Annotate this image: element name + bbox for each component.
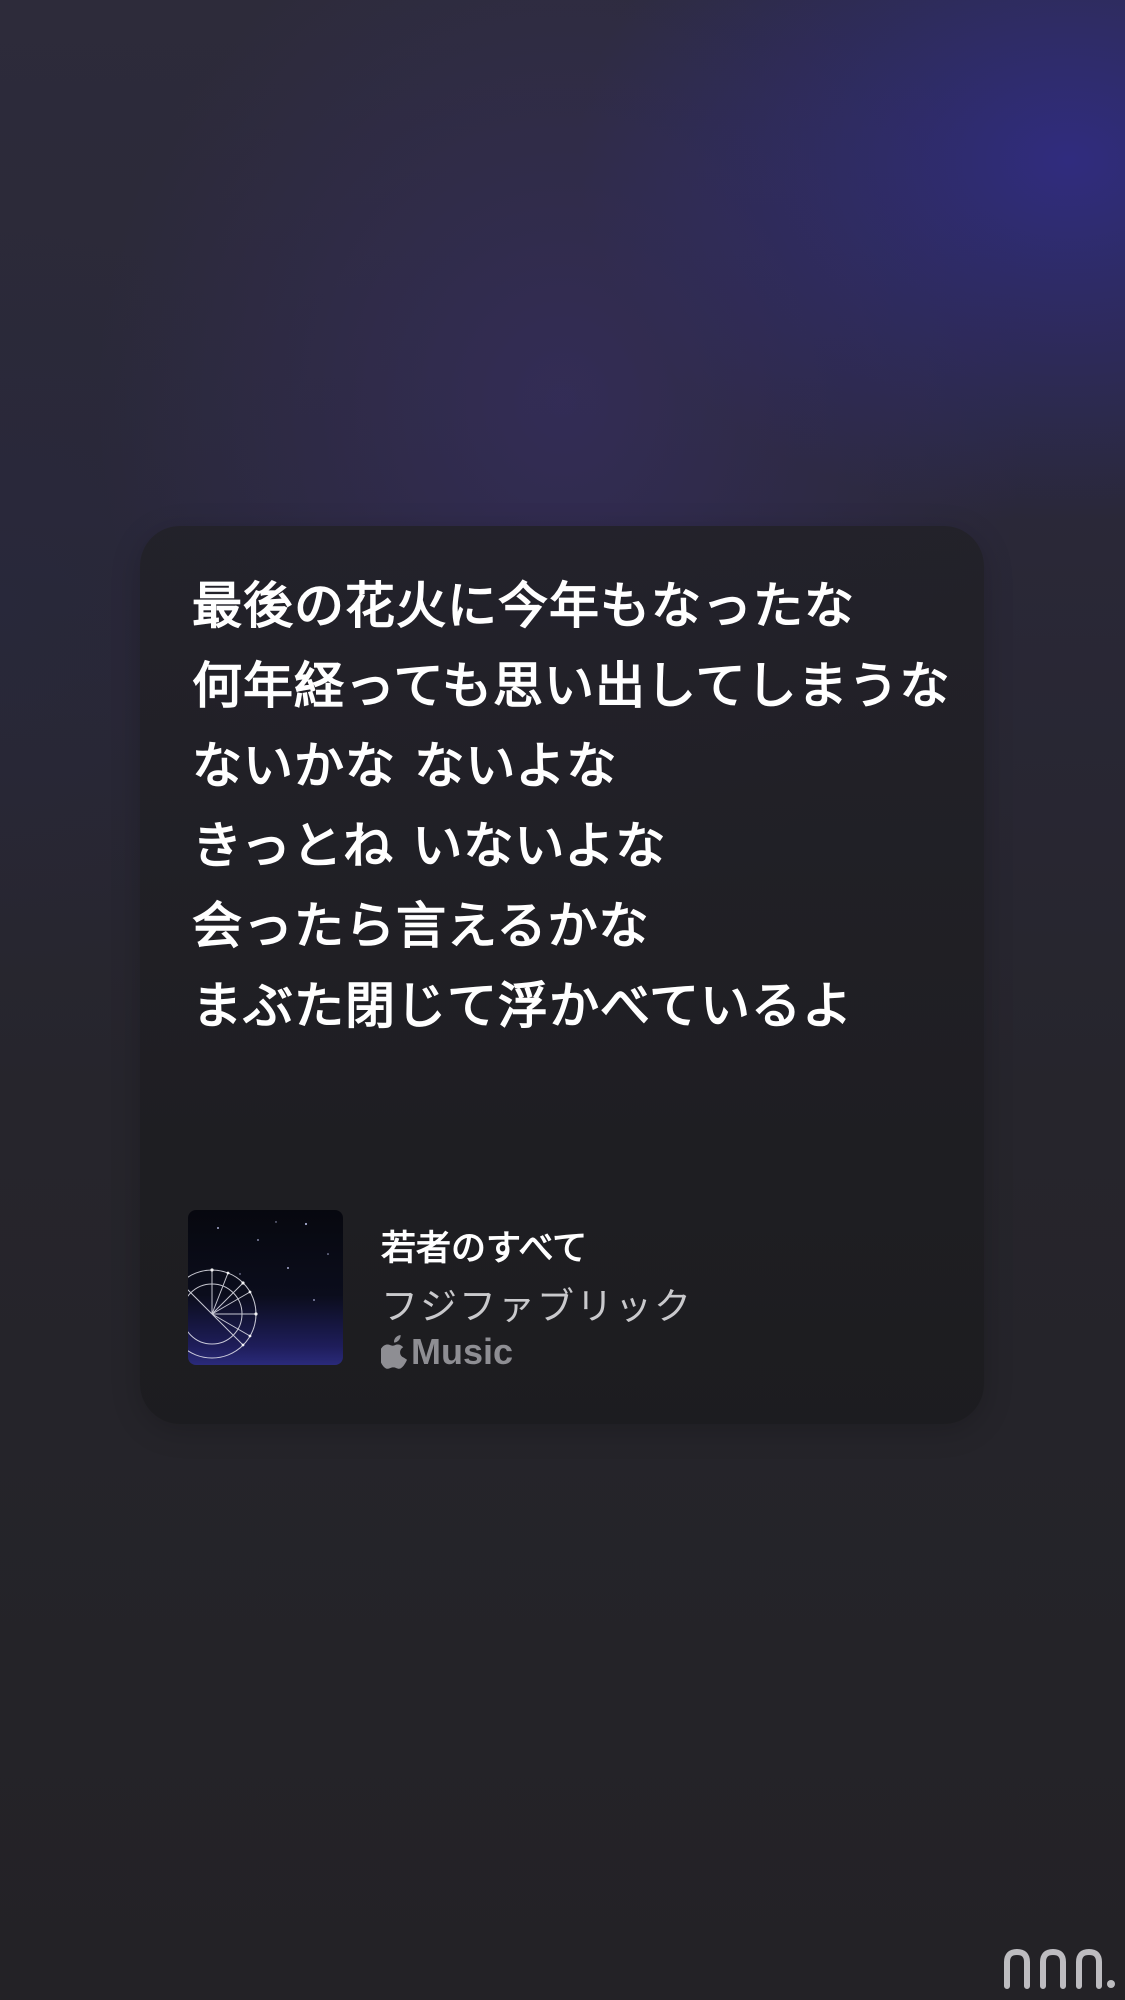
- lyric-line: 会ったら言えるかな: [192, 897, 650, 955]
- track-artist[interactable]: フジファブリック: [381, 1276, 693, 1330]
- track-title[interactable]: 若者のすべて: [381, 1220, 587, 1271]
- track-info[interactable]: 若者のすべて フジファブリック Music: [188, 1210, 948, 1372]
- album-artwork[interactable]: [188, 1210, 343, 1365]
- apple-logo-icon: [379, 1335, 409, 1369]
- ferris-wheel-night-artwork: [188, 1221, 329, 1359]
- watermark-logo-icon: [999, 1942, 1119, 1994]
- apple-music-badge[interactable]: Music: [379, 1331, 514, 1372]
- lyrics-block: 最後の花火に今年もなったな 何年経っても思い出してしまうな ないかな ないよな …: [192, 570, 952, 1050]
- lyric-line: 最後の花火に今年もなったな: [192, 577, 855, 635]
- lyric-line: 何年経っても思い出してしまうな: [192, 657, 951, 715]
- lyrics-share-card[interactable]: 最後の花火に今年もなったな 何年経っても思い出してしまうな ないかな ないよな …: [140, 526, 984, 1424]
- lyric-line: きっとね いないよな: [192, 817, 667, 875]
- lyric-line: ないかな ないよな: [192, 737, 618, 795]
- lyric-line: まぶた閉じて浮かべているよ: [192, 977, 853, 1035]
- service-label: Music: [411, 1331, 514, 1372]
